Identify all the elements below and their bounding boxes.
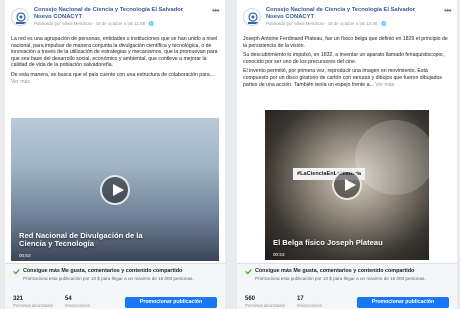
promote-post-button[interactable]: Promocionar publicación	[357, 297, 449, 308]
boost-title: Consigue más Me gusta, comentarios y con…	[255, 268, 415, 274]
post-paragraph: La red es una agrupación de personas, en…	[11, 36, 218, 69]
engagement-label: Interacciones	[65, 303, 90, 308]
reach-value: 560	[245, 296, 256, 302]
boost-panel: Consigue más Me gusta, comentarios y con…	[5, 263, 225, 309]
post-text: Joseph Antoine Ferdinand Plateau, fue un…	[243, 36, 451, 91]
promote-post-button[interactable]: Promocionar publicación	[125, 297, 217, 308]
post-text: La red es una agrupación de personas, en…	[11, 36, 219, 88]
reach-label: Personas alcanzadas	[13, 303, 54, 308]
video-caption: Red Nacional de Divulgación de la Cienci…	[19, 230, 143, 249]
post-meta: Publicado por Silvia Mendoza · 18 de oct…	[266, 21, 436, 27]
post-paragraph-last: De esta manera, se busca que el país cue…	[11, 72, 219, 85]
reach-stat: 321 Personas alcanzadas	[13, 296, 53, 308]
engagement-value: 17	[297, 296, 304, 302]
post-meta-text: Publicado por Silvia Mendoza · 18 de oct…	[266, 21, 382, 26]
boost-title: Consigue más Me gusta, comentarios y con…	[23, 268, 183, 274]
more-options-icon[interactable]: •••	[212, 6, 219, 15]
globe-icon: 🌐	[381, 21, 387, 26]
video-player[interactable]: Red Nacional de Divulgación de la Cienci…	[11, 118, 219, 261]
play-icon[interactable]	[332, 170, 362, 200]
post-meta-text: Publicado por Silvia Mendoza · 16 de oct…	[34, 21, 149, 26]
post-card: Consejo Nacional de Ciencia y Tecnología…	[5, 0, 225, 309]
post-meta: Publicado por Silvia Mendoza · 16 de oct…	[34, 21, 204, 27]
check-icon	[245, 268, 252, 275]
reach-stat: 560 Personas alcanzadas	[245, 296, 285, 308]
globe-icon: 🌐	[148, 21, 155, 26]
engagement-label: Interacciones	[297, 303, 322, 308]
video-timecode: 00:53	[19, 253, 31, 258]
play-icon[interactable]	[100, 174, 130, 205]
post-paragraph: Joseph Antoine Ferdinand Plateau, fue un…	[243, 36, 448, 49]
engagement-value: 54	[65, 296, 72, 302]
engagement-stat: 54 Interacciones	[65, 296, 90, 308]
page-name-link[interactable]: Consejo Nacional de Ciencia y Tecnología…	[34, 7, 202, 21]
reach-value: 321	[13, 296, 24, 302]
post-header: Consejo Nacional de Ciencia y Tecnología…	[243, 6, 451, 30]
conacyt-logo-icon	[248, 12, 258, 24]
post-paragraph-text: El invento permitió, por primera vez, re…	[243, 68, 442, 88]
boost-description: Promociona esta publicación por 10 $ par…	[23, 276, 194, 281]
video-timecode: 00:53	[273, 252, 285, 257]
conacyt-logo-icon	[16, 12, 26, 24]
see-more-link[interactable]: Ver más	[11, 79, 30, 85]
video-player[interactable]: #LaCienciaEnLaHistoria El Belga físico J…	[265, 110, 429, 260]
post-paragraph-last: El invento permitió, por primera vez, re…	[243, 68, 451, 88]
video-caption: El Belga físico Joseph Plateau	[273, 238, 383, 248]
post-paragraph-text: De esta manera, se busca que el país cue…	[11, 71, 215, 78]
see-more-link[interactable]: Ver más	[375, 82, 394, 88]
page-avatar[interactable]	[243, 8, 261, 26]
more-options-icon[interactable]: •••	[444, 6, 451, 15]
engagement-stat: 17 Interacciones	[297, 296, 322, 308]
post-paragraph: Su descubrimiento lo impulsó, en 1832, a…	[243, 52, 444, 65]
video-figure	[355, 120, 429, 195]
check-icon	[13, 268, 20, 275]
reach-label: Personas alcanzadas	[245, 303, 286, 308]
boost-panel: Consigue más Me gusta, comentarios y con…	[237, 263, 457, 309]
post-card: Consejo Nacional de Ciencia y Tecnología…	[237, 0, 457, 309]
boost-description: Promociona esta publicación por 10 $ par…	[255, 276, 426, 281]
post-header: Consejo Nacional de Ciencia y Tecnología…	[11, 6, 219, 30]
page-avatar[interactable]	[11, 8, 29, 26]
page-name-link[interactable]: Consejo Nacional de Ciencia y Tecnología…	[266, 7, 434, 21]
